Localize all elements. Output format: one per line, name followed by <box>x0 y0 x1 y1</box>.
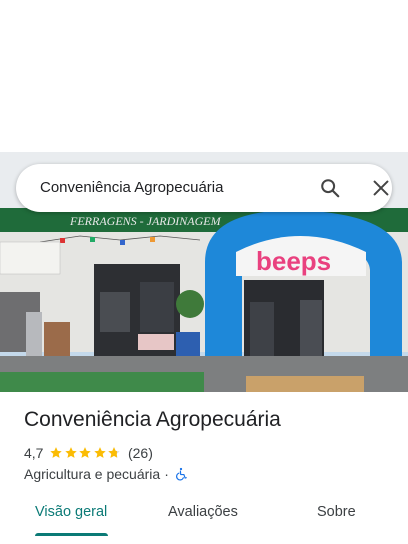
tab-reviews[interactable]: Avaliações <box>168 504 238 520</box>
tab-overview[interactable]: Visão geral <box>35 504 107 520</box>
review-count[interactable]: (26) <box>128 445 153 461</box>
arch-logo: beeps <box>256 246 331 276</box>
star-icon <box>65 447 77 458</box>
place-tabs: Visão geral Avaliações Sobre <box>0 496 408 536</box>
star-icon <box>50 447 63 458</box>
close-icon[interactable] <box>369 176 393 200</box>
place-title: Conveniência Agropecuária <box>24 408 281 431</box>
rating-row[interactable]: 4,7 (26) <box>24 444 153 462</box>
tab-about[interactable]: Sobre <box>317 504 356 520</box>
place-category: Agricultura e pecuária <box>24 466 161 482</box>
search-icon[interactable] <box>318 176 342 200</box>
separator: · <box>164 466 169 482</box>
rating-value: 4,7 <box>24 445 44 461</box>
star-half-icon <box>108 447 121 458</box>
search-input[interactable]: Conveniência Agropecuária <box>40 164 223 212</box>
category-row: Agricultura e pecuária · <box>24 465 188 483</box>
search-bar[interactable]: Conveniência Agropecuária <box>16 164 392 212</box>
star-rating <box>49 446 122 460</box>
active-tab-indicator <box>35 533 108 536</box>
star-icon <box>94 447 106 458</box>
sign-text: FERRAGENS - JARDINAGEM <box>69 214 222 228</box>
star-icon <box>79 447 92 458</box>
wheelchair-icon <box>175 467 187 481</box>
